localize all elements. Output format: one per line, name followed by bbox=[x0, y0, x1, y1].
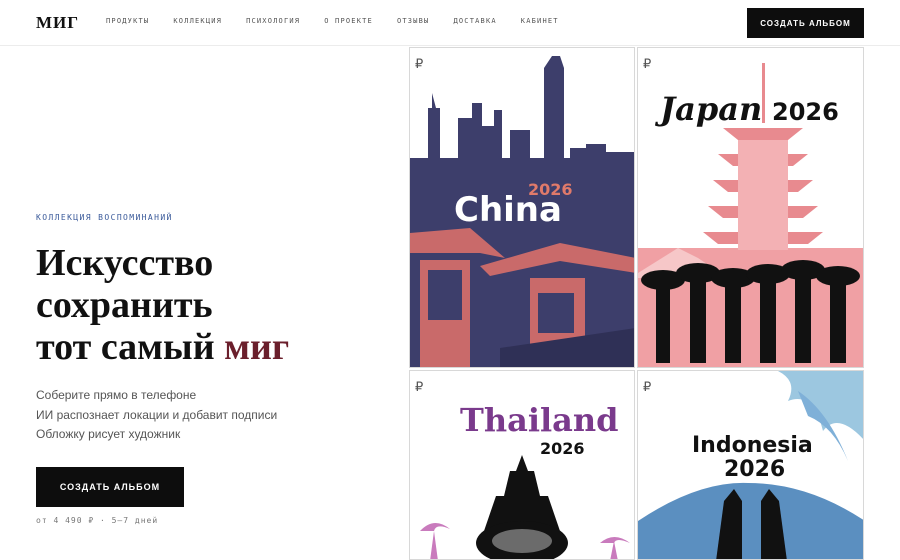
nav-products[interactable]: ПРОДУКТЫ bbox=[106, 17, 149, 25]
hero-eyebrow: КОЛЛЕКЦИЯ ВОСПОМИНАНИЙ bbox=[36, 213, 173, 222]
main-nav: ПРОДУКТЫ КОЛЛЕКЦИЯ ПСИХОЛОГИЯ О ПРОЕКТЕ … bbox=[106, 17, 583, 25]
site-header: МИГ ПРОДУКТЫ КОЛЛЕКЦИЯ ПСИХОЛОГИЯ О ПРОЕ… bbox=[0, 0, 900, 46]
cover-year: 2026 bbox=[772, 98, 839, 126]
hero-title-line3: тот самый bbox=[36, 326, 225, 368]
thailand-illustration bbox=[410, 371, 634, 559]
currency-mark: ₽ bbox=[415, 379, 424, 394]
cover-card-japan[interactable]: ₽ Japan 2026 bbox=[637, 47, 864, 368]
cover-year: 2026 bbox=[540, 439, 585, 458]
cover-country: Thailand bbox=[460, 401, 619, 439]
site-logo[interactable]: МИГ bbox=[36, 13, 79, 33]
currency-mark: ₽ bbox=[643, 56, 652, 71]
price-note: от 4 490 ₽ · 5–7 дней bbox=[36, 516, 159, 525]
cover-card-indonesia[interactable]: ₽ Indonesia 2026 bbox=[637, 370, 864, 560]
cover-card-thailand[interactable]: ₽ Thailand 2026 bbox=[409, 370, 635, 560]
cover-country: China bbox=[454, 190, 562, 230]
create-album-header-button[interactable]: СОЗДАТЬ АЛЬБОМ bbox=[747, 8, 864, 38]
cover-country: Japan bbox=[660, 90, 763, 128]
nav-cabinet[interactable]: КАБИНЕТ bbox=[521, 17, 559, 25]
create-album-hero-button[interactable]: СОЗДАТЬ АЛЬБОМ bbox=[36, 467, 184, 507]
hero-features: Соберите прямо в телефоне ИИ распознает … bbox=[36, 386, 277, 445]
feature-item: ИИ распознает локации и добавит подписи bbox=[36, 407, 278, 422]
feature-item: Соберите прямо в телефоне bbox=[36, 388, 197, 402]
currency-mark: ₽ bbox=[415, 56, 424, 71]
currency-mark: ₽ bbox=[643, 379, 652, 394]
hero-title-line2: сохранить bbox=[36, 284, 213, 326]
feature-item: Обложку рисует художник bbox=[36, 427, 181, 441]
cover-card-china[interactable]: ₽ 2026 China bbox=[409, 47, 635, 368]
nav-collection[interactable]: КОЛЛЕКЦИЯ bbox=[173, 17, 222, 25]
nav-psychology[interactable]: ПСИХОЛОГИЯ bbox=[246, 17, 300, 25]
nav-about[interactable]: О ПРОЕКТЕ bbox=[324, 17, 373, 25]
cover-country: Indonesia bbox=[692, 433, 813, 458]
hero-title: Искусство сохранить тот самый миг bbox=[36, 242, 396, 368]
hero-title-line1: Искусство bbox=[36, 242, 214, 284]
nav-delivery[interactable]: ДОСТАВКА bbox=[453, 17, 496, 25]
cover-year: 2026 bbox=[724, 457, 786, 482]
hero-title-accent: миг bbox=[224, 326, 290, 368]
nav-reviews[interactable]: ОТЗЫВЫ bbox=[397, 17, 430, 25]
